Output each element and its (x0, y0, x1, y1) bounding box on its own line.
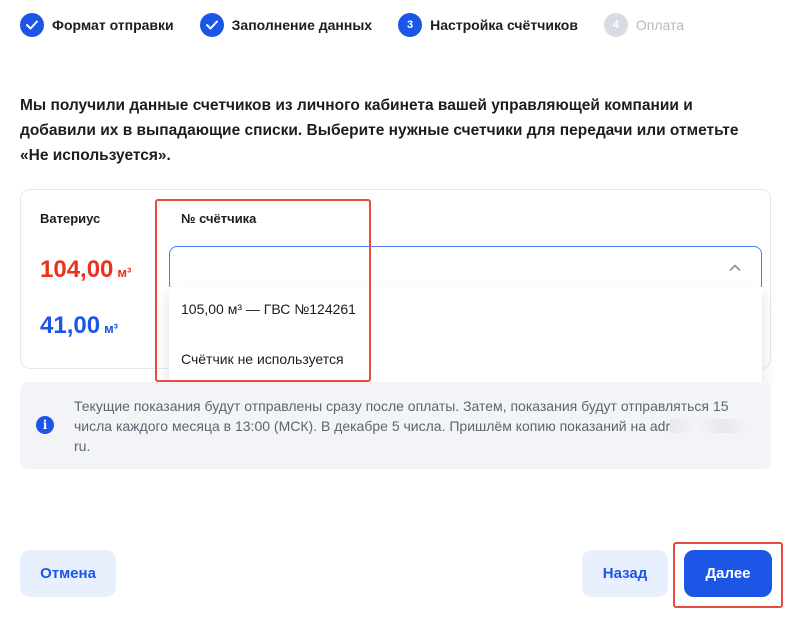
info-text: Текущие показания будут отправлены сразу… (74, 396, 754, 456)
redacted-email (670, 419, 751, 433)
chevron-up-icon (729, 264, 741, 271)
step-label: Заполнение данных (231, 17, 373, 33)
step-label: Оплата (635, 17, 685, 33)
info-text-main: Текущие показания будут отправлены сразу… (74, 398, 729, 434)
reading-unit: м³ (104, 321, 119, 336)
info-box: i Текущие показания будут отправлены сра… (20, 382, 771, 469)
step-number: 3 (398, 13, 423, 37)
reading-unit: м³ (117, 265, 132, 280)
reading-value: 104,00 (40, 256, 114, 283)
step-meters[interactable]: 3 Настройка счётчиков (398, 13, 578, 37)
info-icon: i (36, 416, 54, 434)
step-data[interactable]: Заполнение данных (199, 13, 373, 37)
reading-blue: 41,00 м³ (40, 312, 118, 340)
brand-label: Ватериус (40, 211, 101, 226)
stepper: Формат отправки Заполнение данных 3 Наст… (20, 12, 710, 38)
step-label: Формат отправки (52, 17, 174, 33)
next-button[interactable]: Далее (684, 550, 772, 597)
meter-dropdown: 105,00 м³ — ГВС №124261 Счётчик не испол… (169, 287, 762, 393)
back-button[interactable]: Назад (582, 550, 668, 597)
cancel-button[interactable]: Отмена (20, 550, 116, 597)
step-payment: 4 Оплата (603, 13, 685, 37)
dropdown-option[interactable]: 105,00 м³ — ГВС №124261 (181, 301, 356, 317)
check-icon (199, 13, 224, 37)
intro-text: Мы получили данные счетчиков из личного … (20, 97, 739, 164)
step-label: Настройка счётчиков (430, 17, 578, 33)
meter-number-label: № счётчика (181, 211, 257, 226)
reading-value: 41,00 (40, 312, 101, 339)
meter-select[interactable] (169, 246, 762, 293)
dropdown-option[interactable]: Счётчик не используется (181, 351, 344, 367)
reading-red: 104,00 м³ (40, 256, 131, 284)
step-number: 4 (603, 13, 628, 37)
info-text-end: ru. (74, 438, 91, 454)
step-format[interactable]: Формат отправки (20, 13, 174, 37)
check-icon (20, 13, 44, 37)
